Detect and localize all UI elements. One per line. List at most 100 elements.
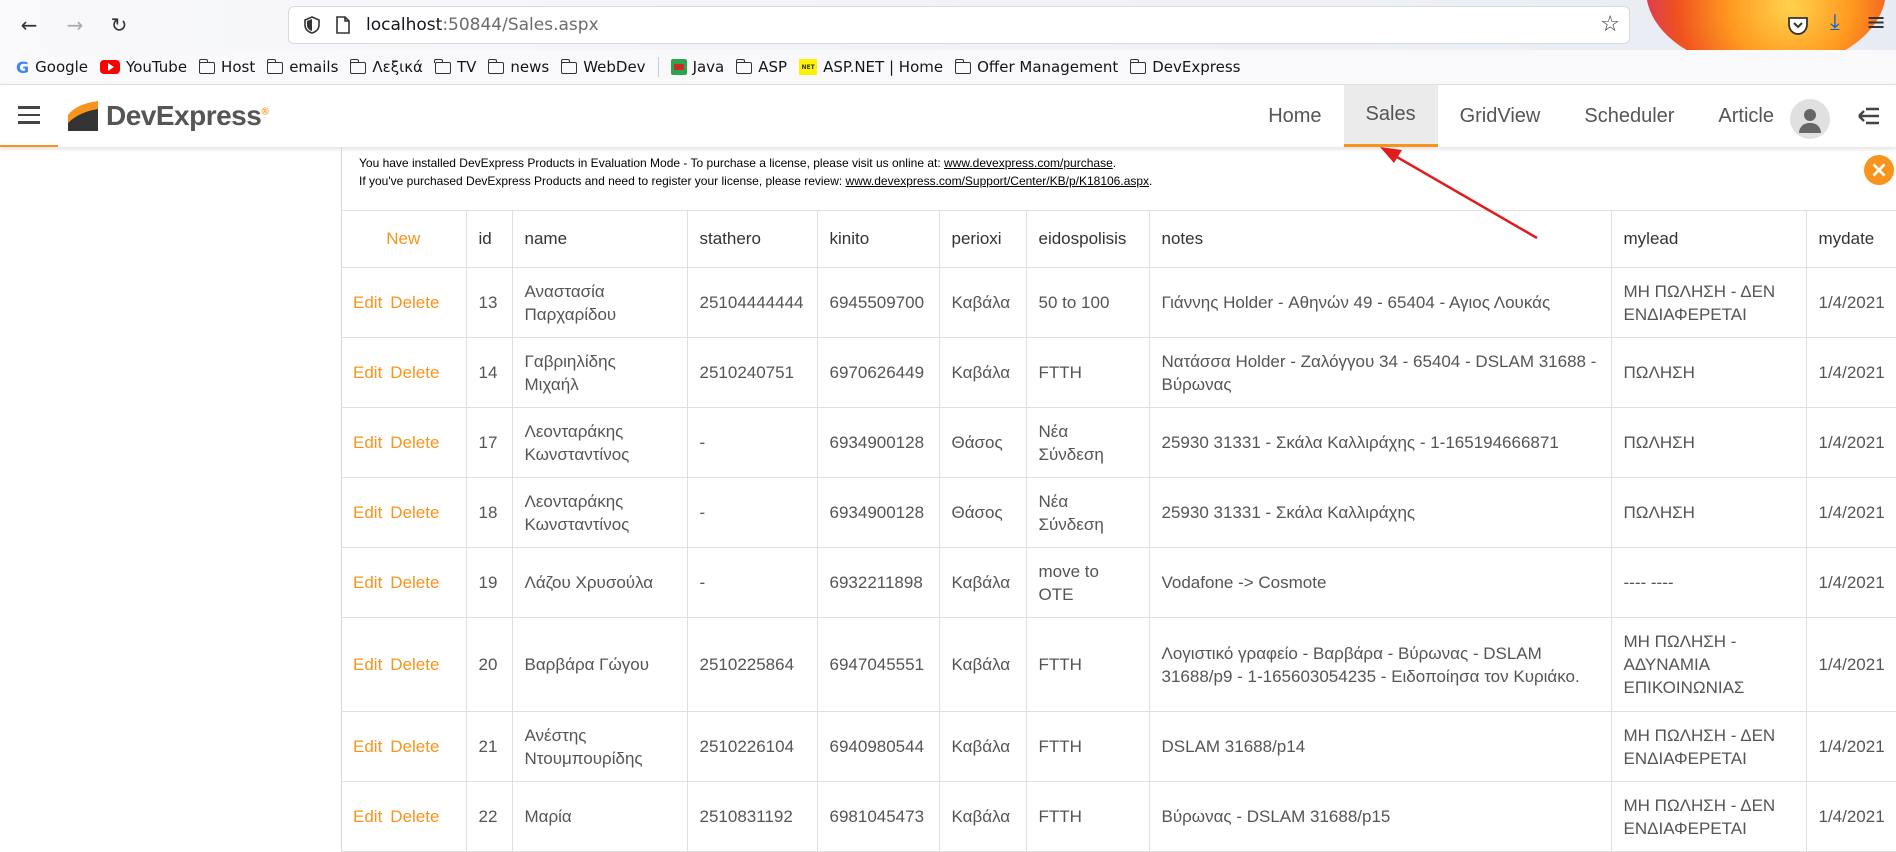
bookmark-emails[interactable]: emails (266, 55, 338, 79)
cell-kinito: 6932211898 (817, 547, 940, 618)
delete-button[interactable]: Delete (390, 737, 439, 756)
edit-button[interactable]: Edit (353, 655, 382, 674)
shield-icon[interactable] (302, 15, 322, 35)
collapse-panel-icon[interactable] (1856, 103, 1882, 129)
cell-perioxi: Καβάλα (939, 617, 1027, 712)
address-bar[interactable]: localhost:50844/Sales.aspx ☆ (288, 6, 1630, 44)
bookmark-aspnet-home[interactable]: NET ASP.NET | Home (799, 55, 943, 79)
column-header-eidospolisis[interactable]: eidospolisis (1026, 210, 1150, 268)
pocket-icon[interactable] (1785, 12, 1811, 38)
table-row: Edit Delete 21 Ανέστης Ντουμπουρίδης 2510226… (341, 711, 1896, 782)
bookmark-devexpress[interactable]: DevExpress (1129, 55, 1240, 79)
cell-kinito: 6940980544 (817, 711, 940, 782)
folder-icon (1129, 59, 1147, 74)
cell-mydate: 1/4/2021 (1806, 337, 1896, 408)
sales-grid: New id name stathero kinito perioxi eido… (341, 210, 1896, 852)
delete-button[interactable]: Delete (390, 503, 439, 522)
star-icon[interactable]: ☆ (1600, 12, 1620, 37)
grid-header-row: New id name stathero kinito perioxi eido… (341, 210, 1896, 268)
bookmark-label: WebDev (583, 58, 646, 76)
command-column-header: New (341, 210, 467, 268)
youtube-icon (100, 60, 121, 74)
cell-perioxi: Καβάλα (939, 547, 1027, 618)
delete-button[interactable]: Delete (390, 573, 439, 592)
delete-button[interactable]: Delete (390, 433, 439, 452)
edit-button[interactable]: Edit (353, 573, 382, 592)
column-header-name[interactable]: name (512, 210, 688, 268)
edit-button[interactable]: Edit (353, 293, 382, 312)
edit-button[interactable]: Edit (353, 737, 382, 756)
table-row: Edit Delete 19 Λάζου Χρυσούλα -6932211898 Καβ… (341, 547, 1896, 618)
purchase-link[interactable]: www.devexpress.com/purchase (944, 156, 1113, 170)
edit-button[interactable]: Edit (353, 363, 382, 382)
bookmark-youtube[interactable]: YouTube (100, 55, 187, 79)
hamburger-menu-icon[interactable] (0, 85, 58, 147)
cell-mydate: 1/4/2021 (1806, 781, 1896, 852)
cell-mylead: ΜΗ ΠΩΛΗΣΗ - ΔΕΝ ΕΝΔΙΑΦΕΡΕΤΑΙ (1611, 781, 1807, 852)
bookmark-tv[interactable]: TV (434, 55, 476, 79)
register-license-link[interactable]: www.devexpress.com/Support/Center/KB/p/K… (846, 174, 1150, 188)
back-arrow-icon[interactable]: ← (12, 8, 46, 42)
cell-name: Βαρβάρα Γώγου (512, 617, 688, 712)
page-icon[interactable] (334, 15, 352, 35)
bookmark-host[interactable]: Host (198, 55, 255, 79)
nav-sales[interactable]: Sales (1343, 85, 1438, 147)
cell-notes: Νατάσσα Holder - Ζαλόγγου 34 - 65404 - D… (1149, 337, 1612, 408)
edit-button[interactable]: Edit (353, 807, 382, 826)
user-avatar-icon[interactable] (1790, 99, 1830, 139)
cell-mylead: ---- ---- (1611, 547, 1807, 618)
bookmark-asp[interactable]: ASP (735, 55, 787, 79)
cell-perioxi: Καβάλα (939, 337, 1027, 408)
cell-mydate: 1/4/2021 (1806, 477, 1896, 548)
column-header-notes[interactable]: notes (1149, 210, 1612, 268)
edit-button[interactable]: Edit (353, 503, 382, 522)
column-header-kinito[interactable]: kinito (817, 210, 940, 268)
cell-mydate: 1/4/2021 (1806, 617, 1896, 712)
devexpress-logo[interactable]: DevExpress® (68, 100, 269, 132)
bookmarks-bar: G Google YouTube Host emails Λεξικά TV ne… (0, 50, 1896, 85)
folder-icon (735, 59, 753, 74)
delete-button[interactable]: Delete (390, 807, 439, 826)
bookmark-lexika[interactable]: Λεξικά (349, 55, 423, 79)
folder-icon (560, 59, 578, 74)
bookmark-news[interactable]: news (487, 55, 549, 79)
nav-scheduler[interactable]: Scheduler (1562, 85, 1696, 147)
cell-kinito: 6945509700 (817, 267, 940, 338)
devexpress-logo-mark-icon (68, 101, 98, 131)
reload-icon[interactable]: ↻ (102, 8, 136, 42)
folder-icon (434, 59, 451, 74)
cell-mydate: 1/4/2021 (1806, 711, 1896, 782)
bookmark-webdev[interactable]: WebDev (560, 55, 646, 79)
url-text[interactable]: localhost:50844/Sales.aspx (366, 15, 599, 35)
row-command-cell: Edit Delete (341, 617, 467, 712)
column-header-mylead[interactable]: mylead (1611, 210, 1807, 268)
cell-eidospolisis: FTTH (1026, 711, 1150, 782)
folder-icon (349, 59, 367, 74)
edit-button[interactable]: Edit (353, 433, 382, 452)
delete-button[interactable]: Delete (390, 363, 439, 382)
column-header-id[interactable]: id (466, 210, 513, 268)
bookmark-java[interactable]: Java (670, 55, 724, 79)
cell-notes: 25930 31331 - Σκάλα Καλλιράχης - 1-16519… (1149, 407, 1612, 478)
cell-mylead: ΠΩΛΗΣΗ (1611, 337, 1807, 408)
cell-id: 22 (466, 781, 513, 852)
download-icon[interactable]: ⤓ (1830, 10, 1840, 35)
forward-arrow-icon[interactable]: → (58, 8, 92, 42)
delete-button[interactable]: Delete (390, 293, 439, 312)
cell-notes: Λογιστικό γραφείο - Βαρβάρα - Βύρωνας - … (1149, 617, 1612, 712)
cell-id: 13 (466, 267, 513, 338)
bookmark-google[interactable]: G Google (16, 55, 88, 79)
new-button[interactable]: New (386, 229, 420, 248)
bookmark-separator (657, 57, 659, 77)
row-command-cell: Edit Delete (341, 547, 467, 618)
delete-button[interactable]: Delete (390, 655, 439, 674)
column-header-stathero[interactable]: stathero (687, 210, 818, 268)
column-header-mydate[interactable]: mydate (1806, 210, 1896, 268)
nav-article[interactable]: Article (1696, 85, 1796, 147)
nav-home[interactable]: Home (1246, 85, 1343, 147)
bookmark-offer-management[interactable]: Offer Management (954, 55, 1118, 79)
nav-gridview[interactable]: GridView (1438, 85, 1563, 147)
column-header-perioxi[interactable]: perioxi (939, 210, 1027, 268)
close-notice-icon[interactable]: × (1864, 155, 1894, 185)
app-menu-icon[interactable]: ≡ (1866, 8, 1886, 36)
